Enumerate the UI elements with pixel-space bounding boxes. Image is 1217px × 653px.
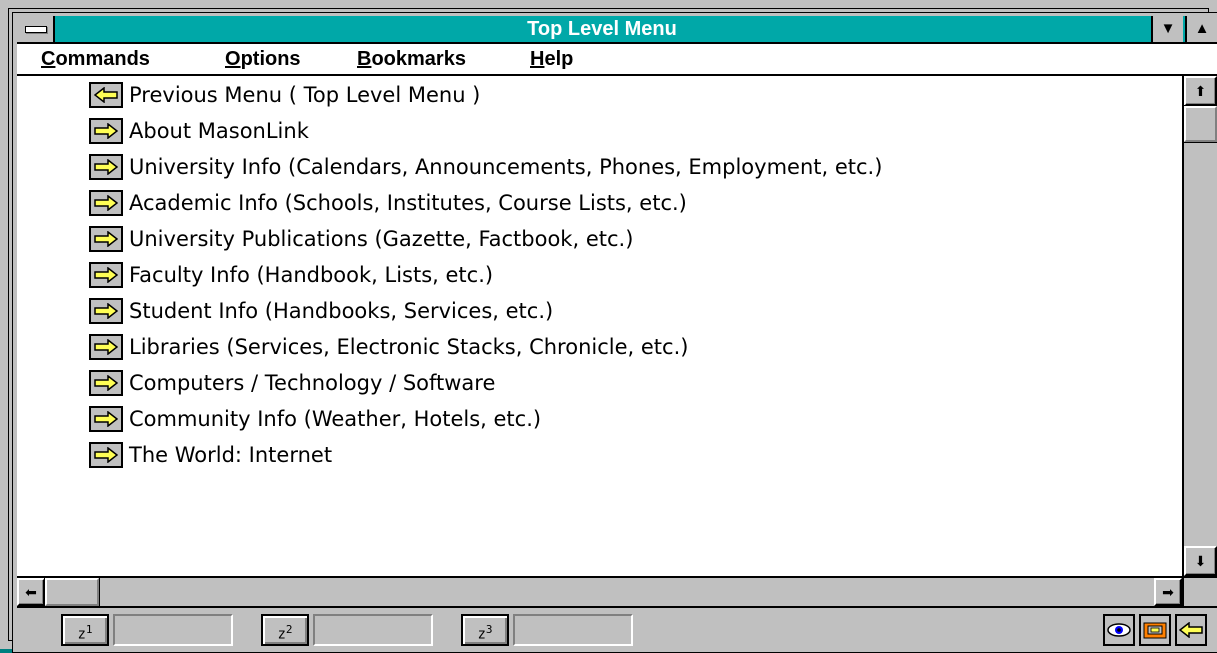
title-bar[interactable]: Top Level Menu ▼ ▲ <box>17 16 1217 44</box>
list-item[interactable]: Academic Info (Schools, Institutes, Cour… <box>89 188 687 218</box>
list-item-label: Computers / Technology / Software <box>129 371 496 395</box>
list-item[interactable]: Libraries (Services, Electronic Stacks, … <box>89 332 688 362</box>
list-item-label: Student Info (Handbooks, Services, etc.) <box>129 299 554 323</box>
list-item[interactable]: University Info (Calendars, Announcement… <box>89 152 882 182</box>
list-item-label: University Info (Calendars, Announcement… <box>129 155 883 179</box>
list-item-label: University Publications (Gazette, Factbo… <box>129 227 634 251</box>
bookmark-field-3[interactable] <box>513 614 633 646</box>
maximize-button[interactable]: ▲ <box>1185 16 1217 42</box>
right-arrow-icon[interactable] <box>89 298 123 324</box>
bookmark-jump-button-2[interactable]: z2 <box>261 614 309 646</box>
menu-list: Previous Menu ( Top Level Menu ) About M… <box>17 76 1182 576</box>
left-arrow-icon[interactable] <box>89 82 123 108</box>
bookmark-field-2[interactable] <box>313 614 433 646</box>
list-item[interactable]: Faculty Info (Handbook, Lists, etc.) <box>89 260 493 290</box>
status-bar: z1 z2 z3 <box>17 606 1217 650</box>
horizontal-scrollbar[interactable]: ⬅ ➡ <box>17 576 1182 607</box>
scroll-up-button[interactable]: ⬆ <box>1184 76 1217 106</box>
right-arrow-icon[interactable] <box>89 226 123 252</box>
right-arrow-icon[interactable] <box>89 118 123 144</box>
bookmark-jump-button-1[interactable]: z1 <box>61 614 109 646</box>
menu-commands[interactable]: Commands <box>41 44 150 74</box>
menu-bookmarks[interactable]: Bookmarks <box>357 44 466 74</box>
list-item[interactable]: Computers / Technology / Software <box>89 368 495 398</box>
list-item-label: Libraries (Services, Electronic Stacks, … <box>129 335 689 359</box>
list-item[interactable]: The World: Internet <box>89 440 332 470</box>
system-menu-icon <box>25 26 47 33</box>
eye-icon[interactable] <box>1103 614 1135 646</box>
right-arrow-icon[interactable] <box>89 442 123 468</box>
menu-options[interactable]: Options <box>225 44 301 74</box>
bookmark-jump-button-3[interactable]: z3 <box>461 614 509 646</box>
menu-help[interactable]: Help <box>530 44 573 74</box>
right-arrow-icon[interactable] <box>89 406 123 432</box>
right-arrow-icon[interactable] <box>89 190 123 216</box>
window-title: Top Level Menu <box>527 18 677 40</box>
list-item-label: The World: Internet <box>129 443 333 467</box>
list-item-label: Faculty Info (Handbook, Lists, etc.) <box>129 263 494 287</box>
bookmark-field-1[interactable] <box>113 614 233 646</box>
scroll-right-button[interactable]: ➡ <box>1154 578 1182 606</box>
horizontal-scroll-thumb[interactable] <box>44 577 100 607</box>
list-item-label: Academic Info (Schools, Institutes, Cour… <box>129 191 687 215</box>
minimize-button[interactable]: ▼ <box>1151 16 1183 42</box>
list-item[interactable]: Student Info (Handbooks, Services, etc.) <box>89 296 553 326</box>
right-arrow-icon[interactable] <box>89 262 123 288</box>
list-item[interactable]: Community Info (Weather, Hotels, etc.) <box>89 404 541 434</box>
right-arrow-icon[interactable] <box>89 154 123 180</box>
right-arrow-icon[interactable] <box>89 370 123 396</box>
vertical-scroll-thumb[interactable] <box>1183 105 1217 143</box>
menu-bar: Commands Options Bookmarks Help <box>17 44 1217 76</box>
list-item-previous-menu[interactable]: Previous Menu ( Top Level Menu ) <box>89 80 480 110</box>
list-item-label: Community Info (Weather, Hotels, etc.) <box>129 407 542 431</box>
system-menu-button[interactable] <box>17 16 55 42</box>
list-item-label: Previous Menu ( Top Level Menu ) <box>129 83 481 107</box>
app-window: Top Level Menu ▼ ▲ Commands Options Book… <box>0 0 1217 653</box>
window-frame: Top Level Menu ▼ ▲ Commands Options Book… <box>12 12 1217 653</box>
folder-icon[interactable] <box>1139 614 1171 646</box>
list-item-label: About MasonLink <box>129 119 309 143</box>
back-arrow-icon[interactable] <box>1175 614 1207 646</box>
scroll-down-button[interactable]: ⬇ <box>1184 546 1217 576</box>
right-arrow-icon[interactable] <box>89 334 123 360</box>
vertical-scrollbar[interactable]: ⬆ ⬇ <box>1182 76 1217 576</box>
list-item[interactable]: University Publications (Gazette, Factbo… <box>89 224 633 254</box>
scroll-left-button[interactable]: ⬅ <box>17 578 45 606</box>
list-item[interactable]: About MasonLink <box>89 116 309 146</box>
scrollbar-corner <box>1182 576 1217 606</box>
